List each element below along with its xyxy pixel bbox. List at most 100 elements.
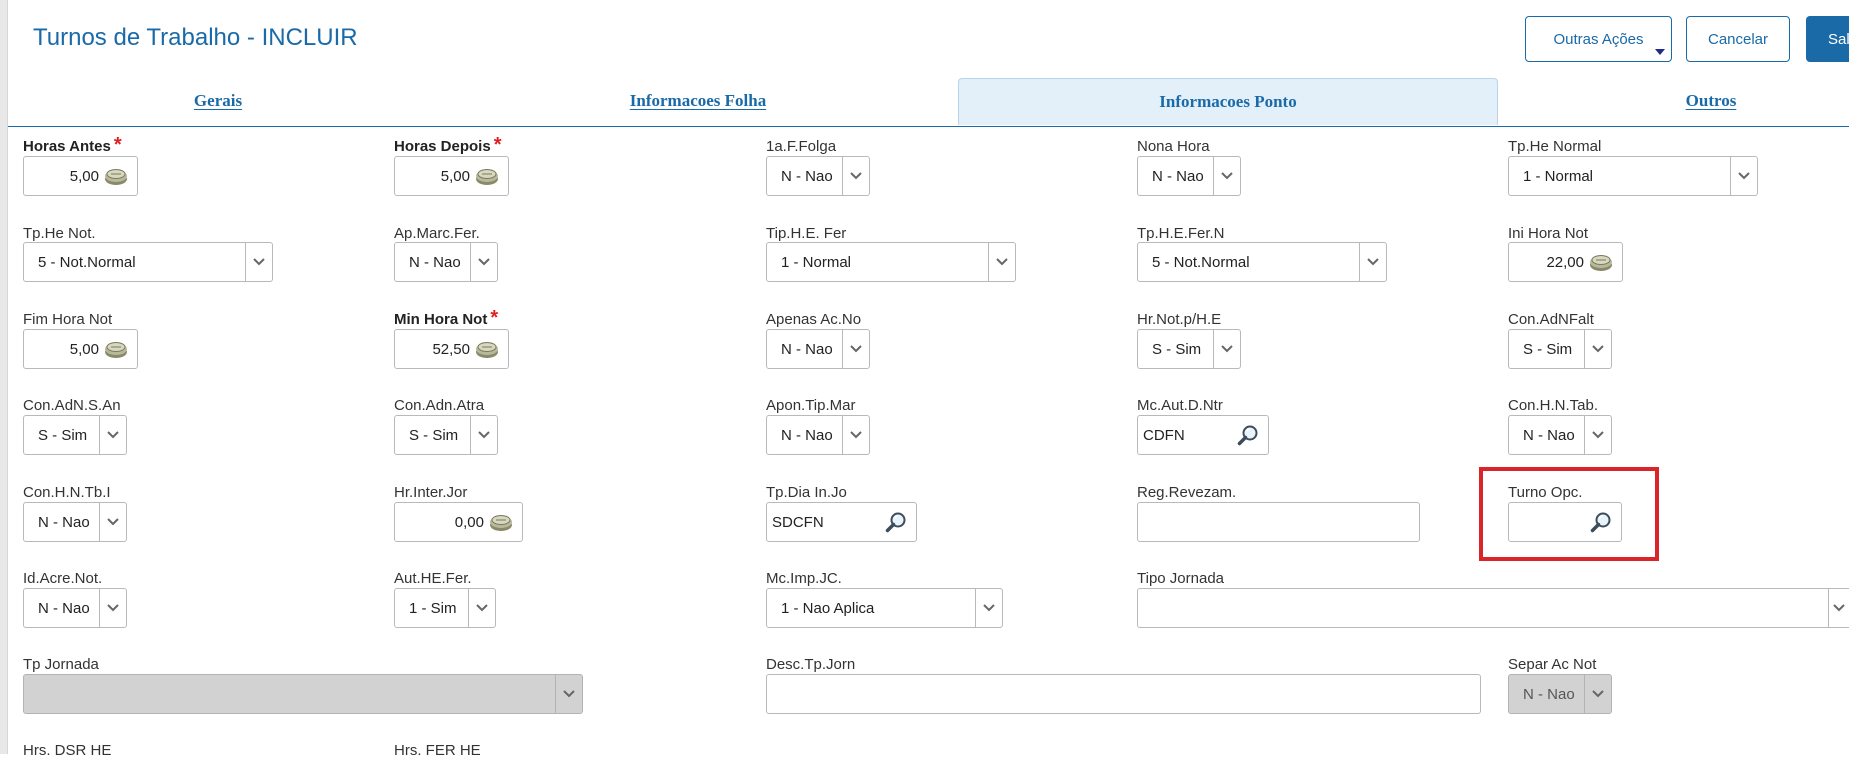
ap-marc-fer-select[interactable]: N - Nao	[394, 242, 498, 282]
hr-inter-jor-input[interactable]: 0,00	[394, 502, 523, 542]
chevron-down-icon[interactable]	[1584, 675, 1611, 713]
folga-select[interactable]: N - Nao	[766, 156, 870, 196]
tp-he-normal-value: 1 - Normal	[1523, 167, 1594, 185]
con-h-n-tab-select[interactable]: N - Nao	[1508, 415, 1612, 455]
hrs-fer-he-label: Hrs. FER HE	[394, 742, 481, 759]
hr-not-ph-e-label: Hr.Not.p/H.E	[1137, 311, 1222, 328]
chevron-down-icon[interactable]	[1213, 330, 1240, 368]
con-h-n-tab-value: N - Nao	[1523, 426, 1575, 444]
search-icon[interactable]	[882, 511, 910, 533]
chevron-down-icon[interactable]	[99, 416, 126, 454]
apenas-ac-no-select[interactable]: N - Nao	[766, 329, 870, 369]
tp-he-fer-n-value: 5 - Not.Normal	[1152, 253, 1250, 271]
fim-hora-not-value: 5,00	[69, 340, 99, 358]
cancel-button[interactable]: Cancelar	[1686, 16, 1790, 62]
con-h-n-tb-i-select[interactable]: N - Nao	[23, 502, 127, 542]
separ-ac-not-select[interactable]: N - Nao	[1508, 674, 1612, 714]
tipo-jornada-select[interactable]	[1137, 588, 1849, 628]
con-adnfalt-select[interactable]: S - Sim	[1508, 329, 1612, 369]
separ-ac-not-label: Separ Ac Not	[1508, 656, 1597, 673]
nona-hora-select[interactable]: N - Nao	[1137, 156, 1241, 196]
calculator-icon[interactable]	[474, 338, 500, 360]
tp-he-fer-n-label: Tp.H.E.Fer.N	[1137, 225, 1225, 242]
tipo-jornada-label: Tipo Jornada	[1137, 570, 1224, 587]
other-actions-label: Outras Ações	[1553, 30, 1644, 48]
ini-hora-not-input[interactable]: 22,00	[1508, 242, 1623, 282]
reg-revezam-input[interactable]	[1137, 502, 1420, 542]
tip-he-fer-select[interactable]: 1 - Normal	[766, 242, 1016, 282]
chevron-down-icon[interactable]	[842, 330, 869, 368]
other-actions-button[interactable]: Outras Ações	[1525, 16, 1672, 62]
chevron-down-icon[interactable]	[555, 675, 582, 713]
chevron-down-icon[interactable]	[1584, 330, 1611, 368]
search-icon[interactable]	[1234, 424, 1262, 446]
id-acre-not-value: N - Nao	[38, 599, 90, 617]
tp-dia-in-jo-value: SDCFN	[772, 513, 824, 531]
calculator-icon[interactable]	[103, 165, 129, 187]
hr-inter-jor-value: 0,00	[454, 513, 484, 531]
save-button[interactable]: Sal	[1806, 16, 1849, 62]
aut-he-fer-value: 1 - Sim	[409, 599, 457, 617]
aut-he-fer-select[interactable]: 1 - Sim	[394, 588, 496, 628]
tp-he-normal-select[interactable]: 1 - Normal	[1508, 156, 1758, 196]
apenas-ac-no-label: Apenas Ac.No	[766, 311, 862, 328]
tp-dia-in-jo-input[interactable]: SDCFN	[766, 502, 917, 542]
hr-not-ph-e-value: S - Sim	[1152, 340, 1202, 358]
save-label: Sal	[1828, 30, 1849, 48]
separ-ac-not-value: N - Nao	[1523, 685, 1575, 703]
calculator-icon[interactable]	[1588, 251, 1614, 273]
folga-value: N - Nao	[781, 167, 833, 185]
tp-jornada-select[interactable]	[23, 674, 583, 714]
desc-tp-jorn-input[interactable]	[766, 674, 1481, 714]
mc-aut-d-ntr-label: Mc.Aut.D.Ntr	[1137, 397, 1223, 414]
chevron-down-icon[interactable]	[99, 503, 126, 541]
chevron-down-icon[interactable]	[245, 243, 272, 281]
fim-hora-not-input[interactable]: 5,00	[23, 329, 138, 369]
ini-hora-not-value: 22,00	[1546, 253, 1584, 271]
calculator-icon[interactable]	[474, 165, 500, 187]
tp-he-not-label: Tp.He Not.	[23, 225, 96, 242]
chevron-down-icon[interactable]	[1584, 416, 1611, 454]
chevron-down-icon[interactable]	[470, 416, 497, 454]
hr-not-ph-e-select[interactable]: S - Sim	[1137, 329, 1241, 369]
horas-antes-input[interactable]: 5,00	[23, 156, 138, 196]
id-acre-not-select[interactable]: N - Nao	[23, 588, 127, 628]
con-adn-s-an-select[interactable]: S - Sim	[23, 415, 127, 455]
calculator-icon[interactable]	[103, 338, 129, 360]
chevron-down-icon[interactable]	[468, 589, 495, 627]
nona-hora-value: N - Nao	[1152, 167, 1204, 185]
con-adnfalt-label: Con.AdNFalt	[1508, 311, 1594, 328]
tp-he-fer-n-select[interactable]: 5 - Not.Normal	[1137, 242, 1387, 282]
tp-dia-in-jo-label: Tp.Dia In.Jo	[766, 484, 847, 501]
aut-he-fer-label: Aut.HE.Fer.	[394, 570, 472, 587]
horas-depois-input[interactable]: 5,00	[394, 156, 509, 196]
chevron-down-icon[interactable]	[1213, 157, 1240, 195]
min-hora-not-input[interactable]: 52,50	[394, 329, 509, 369]
tip-he-fer-value: 1 - Normal	[781, 253, 852, 271]
apon-tip-mar-value: N - Nao	[781, 426, 833, 444]
chevron-down-icon[interactable]	[842, 416, 869, 454]
tip-he-fer-label: Tip.H.E. Fer	[766, 225, 847, 242]
mc-imp-jc-select[interactable]: 1 - Nao Aplica	[766, 588, 1003, 628]
chevron-down-icon[interactable]	[975, 589, 1002, 627]
chevron-down-icon[interactable]	[470, 243, 497, 281]
chevron-down-icon[interactable]	[99, 589, 126, 627]
mc-aut-d-ntr-input[interactable]: CDFN	[1137, 415, 1269, 455]
ini-hora-not-label: Ini Hora Not	[1508, 225, 1589, 242]
chevron-down-icon[interactable]	[842, 157, 869, 195]
tab-informacoes-ponto[interactable]: Informacoes Ponto	[958, 78, 1498, 125]
apon-tip-mar-select[interactable]: N - Nao	[766, 415, 870, 455]
search-icon[interactable]	[1587, 511, 1615, 533]
chevron-down-icon[interactable]	[988, 243, 1015, 281]
min-hora-not-value: 52,50	[432, 340, 470, 358]
con-adn-s-an-value: S - Sim	[38, 426, 88, 444]
tp-he-not-value: 5 - Not.Normal	[38, 253, 136, 271]
turno-opc-input[interactable]	[1508, 502, 1622, 542]
con-adn-atra-select[interactable]: S - Sim	[394, 415, 498, 455]
tab-outros[interactable]: Outros	[1496, 78, 1849, 124]
chevron-down-icon[interactable]	[1359, 243, 1386, 281]
chevron-down-icon[interactable]	[1828, 589, 1849, 627]
calculator-icon[interactable]	[488, 511, 514, 533]
tp-he-not-select[interactable]: 5 - Not.Normal	[23, 242, 273, 282]
chevron-down-icon[interactable]	[1730, 157, 1757, 195]
